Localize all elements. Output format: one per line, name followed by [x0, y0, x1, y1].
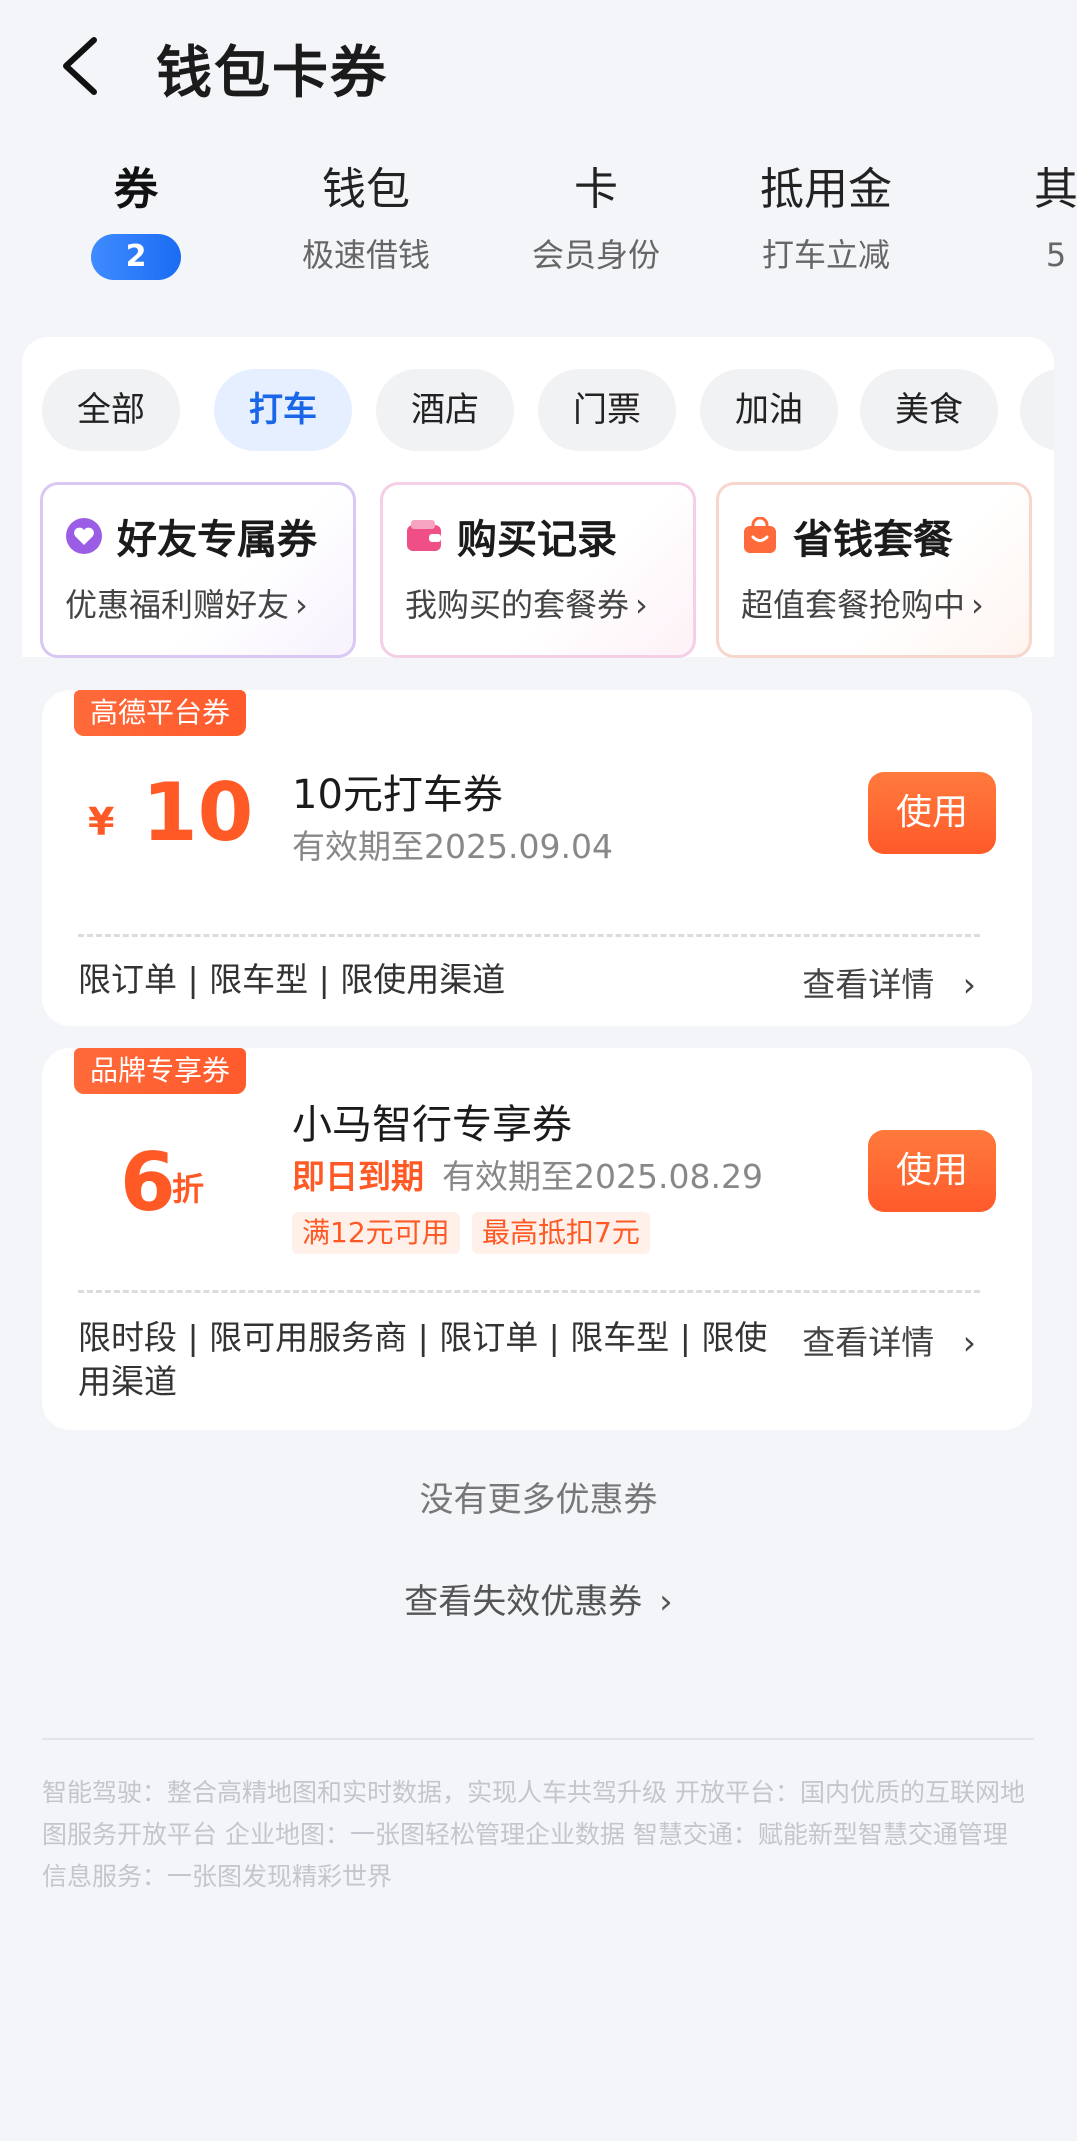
dashed-divider	[78, 934, 980, 937]
coupon-card: 品牌专享券 6 折 小马智行专享券 即日到期 有效期至2025.08.29 满12…	[42, 1048, 1032, 1430]
tab-label: 券	[114, 164, 158, 215]
chip-fuel[interactable]: 加油	[700, 369, 838, 451]
chevron-right-icon: ›	[962, 1323, 976, 1362]
tab-label: 钱包	[322, 164, 410, 215]
chip-tickets[interactable]: 门票	[538, 369, 676, 451]
heart-icon	[66, 518, 102, 554]
currency-symbol: ¥	[88, 800, 115, 844]
promo-title: 省钱套餐	[793, 517, 953, 563]
tab-sublabel: 会员身份	[531, 236, 660, 274]
promo-saving-bundles[interactable]: 省钱套餐 超值套餐抢购中 ›	[716, 482, 1032, 658]
promo-subtitle: 超值套餐抢购中	[741, 586, 966, 624]
no-more-text: 没有更多优惠券	[419, 1480, 658, 1520]
coupon-type-tag: 高德平台券	[74, 690, 247, 736]
tab-wallet[interactable]: 钱包 极速借钱	[266, 160, 466, 276]
promo-title: 购买记录	[457, 517, 617, 563]
discount-unit: 折	[172, 1170, 205, 1208]
top-bar: 钱包卡券	[0, 0, 1077, 130]
coupon-count-badge: 2	[91, 234, 181, 280]
coupon-conditions: 满12元可用 最高抵扣7元	[292, 1212, 692, 1254]
tab-other[interactable]: 其 5	[956, 160, 1077, 276]
shopping-bag-icon	[744, 517, 776, 553]
coupon-card: 高德平台券 ¥ 10 10元打车券 有效期至2025.09.04 使用 限订单 …	[42, 690, 1032, 1026]
coupon-name: 小马智行专享券	[292, 1102, 572, 1148]
coupon-validity: 有效期至2025.08.29	[442, 1157, 763, 1196]
promo-title-row: 好友专属券	[65, 507, 317, 565]
chevron-right-icon: ›	[962, 965, 976, 1004]
use-button[interactable]: 使用	[868, 1130, 996, 1212]
tab-cards[interactable]: 卡 会员身份	[496, 160, 696, 276]
chip-more[interactable]	[1020, 369, 1054, 451]
back-arrow-icon[interactable]	[56, 36, 106, 96]
tab-sublabel: 极速借钱	[301, 236, 430, 274]
filter-panel: 全部 打车 酒店 门票 加油 美食 好友专属券 优惠福利赠好友 › 购买记录 我…	[22, 337, 1054, 658]
chevron-right-icon: ›	[659, 1582, 673, 1622]
promo-title-row: 省钱套餐	[741, 507, 953, 565]
condition-badge: 满12元可用	[292, 1212, 460, 1254]
category-tabs: 券 2 钱包 极速借钱 卡 会员身份 抵用金 打车立减 其 5	[0, 160, 1077, 300]
dashed-divider	[78, 1290, 980, 1293]
coupon-validity: 有效期至2025.09.04	[292, 827, 613, 866]
coupon-discount: 6	[120, 1136, 176, 1229]
view-details-label: 查看详情	[802, 965, 935, 1004]
chip-all[interactable]: 全部	[42, 369, 180, 451]
coupon-limits: 限时段 | 限可用服务商 | 限订单 | 限车型 | 限使用渠道	[78, 1318, 768, 1401]
tab-label: 其	[1034, 164, 1077, 215]
chip-food[interactable]: 美食	[860, 369, 998, 451]
promo-subtitle: 我购买的套餐券	[405, 586, 630, 624]
tab-credits[interactable]: 抵用金 打车立减	[726, 160, 926, 276]
promo-subtitle: 优惠福利赠好友	[65, 586, 290, 624]
chevron-right-icon: ›	[295, 586, 308, 624]
chevron-right-icon: ›	[635, 586, 648, 624]
chip-hotel[interactable]: 酒店	[376, 369, 514, 451]
tab-sublabel: 打车立减	[761, 236, 890, 274]
wallet-icon	[407, 520, 441, 551]
tab-sublabel: 5	[1045, 236, 1067, 274]
footer-description: 智能驾驶：整合高精地图和实时数据，实现人车共驾升级 开放平台：国内优质的互联网地…	[42, 1778, 1025, 1891]
promo-subtitle-row: 我购买的套餐券 ›	[405, 580, 648, 626]
view-expired-label: 查看失效优惠券	[404, 1582, 643, 1622]
promo-subtitle-row: 优惠福利赠好友 ›	[65, 580, 308, 626]
view-details-label: 查看详情	[802, 1323, 935, 1362]
chip-taxi[interactable]: 打车	[214, 369, 352, 451]
view-expired-link[interactable]: 查看失效优惠券 ›	[0, 1574, 1077, 1623]
view-details-link[interactable]: 查看详情 ›	[802, 1316, 976, 1364]
tab-coupons[interactable]: 券 2	[36, 160, 236, 280]
coupon-validity-row: 即日到期 有效期至2025.08.29	[292, 1150, 763, 1198]
filter-chips: 全部 打车 酒店 门票 加油 美食	[42, 369, 1054, 451]
coupon-amount: 10	[142, 766, 254, 859]
coupon-name: 10元打车券	[292, 772, 503, 818]
view-details-link[interactable]: 查看详情 ›	[802, 958, 976, 1006]
promo-subtitle-row: 超值套餐抢购中 ›	[741, 580, 984, 626]
promo-title: 好友专属券	[117, 517, 317, 563]
promo-title-row: 购买记录	[405, 507, 617, 565]
coupon-type-tag: 品牌专享券	[74, 1048, 247, 1094]
page-title: 钱包卡券	[156, 41, 388, 106]
promo-purchase-history[interactable]: 购买记录 我购买的套餐券 ›	[380, 482, 696, 658]
chevron-right-icon: ›	[971, 586, 984, 624]
use-button[interactable]: 使用	[868, 772, 996, 854]
promo-friend-coupons[interactable]: 好友专属券 优惠福利赠好友 ›	[40, 482, 356, 658]
footer-divider	[42, 1738, 1034, 1740]
condition-badge: 最高抵扣7元	[472, 1212, 650, 1254]
tab-label: 卡	[574, 164, 618, 215]
coupon-limits: 限订单 | 限车型 | 限使用渠道	[78, 960, 506, 999]
expiring-label: 即日到期	[292, 1157, 424, 1196]
tab-label: 抵用金	[760, 164, 892, 215]
